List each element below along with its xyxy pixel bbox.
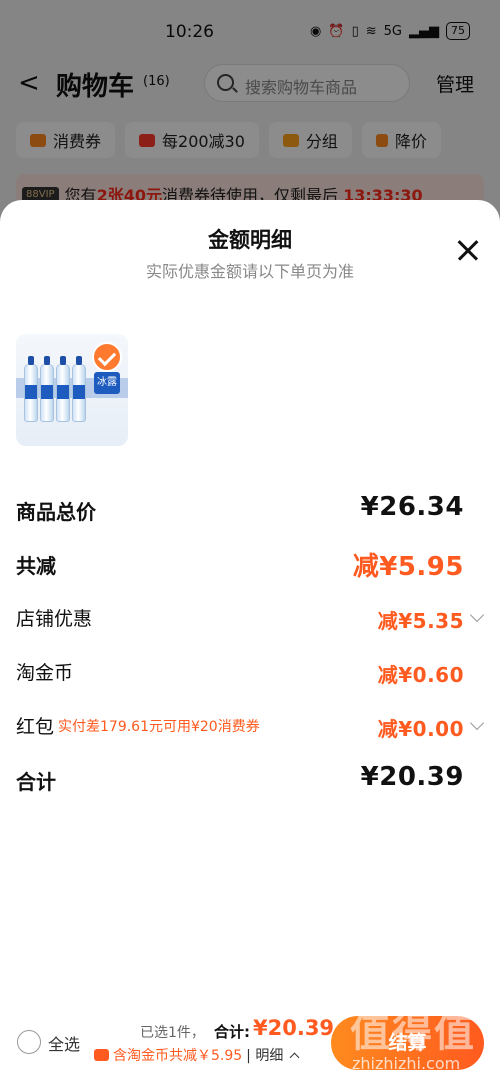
total-value: ¥20.39 bbox=[360, 762, 464, 792]
bottle-image bbox=[24, 356, 38, 422]
total-label: 合计 bbox=[16, 770, 56, 794]
bottle-image bbox=[72, 356, 86, 422]
redpacket-label: 红包 bbox=[16, 716, 55, 738]
bottom-total-label: 合计: bbox=[214, 1023, 250, 1041]
bottom-total-amount: ¥20.39 bbox=[253, 1016, 335, 1040]
discount-row: 共减 减¥5.95 bbox=[16, 546, 484, 582]
product-brand-label: 冰露 bbox=[94, 372, 120, 394]
coin-note-text: 含淘金币共减￥5.95 bbox=[113, 1048, 243, 1064]
coin-icon bbox=[94, 1049, 109, 1061]
check-icon[interactable] bbox=[92, 342, 122, 372]
sheet-subtitle: 实际优惠金额请以下单页为准 bbox=[145, 262, 354, 281]
coin-discount-note[interactable]: 含淘金币共减￥5.95 | 明细 bbox=[94, 1045, 300, 1065]
subtotal-row: 商品总价 ¥26.34 bbox=[16, 492, 484, 528]
amount-detail-sheet: 金额明细 实际优惠金额请以下单页为准 冰露 商品总价 ¥26.34 共减 减¥5… bbox=[0, 200, 500, 1085]
shop-discount-label: 店铺优惠 bbox=[16, 608, 93, 630]
subtotal-value: ¥26.34 bbox=[360, 492, 464, 522]
chevron-down-icon[interactable] bbox=[469, 715, 485, 731]
redpacket-row[interactable]: 红包 实付差179.61元可用¥20消费券 减¥0.00 bbox=[16, 708, 485, 744]
chevron-up-icon[interactable] bbox=[289, 1052, 300, 1062]
bottle-image bbox=[40, 356, 54, 422]
total-row: 合计 ¥20.39 bbox=[16, 762, 484, 798]
coin-discount-value: 减¥0.60 bbox=[377, 663, 464, 687]
sheet-title: 金额明细 bbox=[208, 228, 292, 252]
shop-discount-row[interactable]: 店铺优惠 减¥5.35 bbox=[16, 600, 485, 636]
discount-value: 减¥5.95 bbox=[352, 552, 464, 582]
select-all-label[interactable]: 全选 bbox=[48, 1031, 80, 1055]
coin-discount-row: 淘金币 减¥0.60 bbox=[16, 654, 484, 690]
chevron-down-icon[interactable] bbox=[469, 607, 485, 623]
redpacket-note: 实付差179.61元可用¥20消费券 bbox=[58, 719, 260, 735]
coin-discount-label: 淘金币 bbox=[16, 662, 74, 684]
close-icon[interactable] bbox=[454, 236, 482, 264]
selected-count: 已选1件， bbox=[140, 1025, 205, 1041]
shop-discount-value: 减¥5.35 bbox=[377, 609, 464, 633]
watermark-logo: 值得值 bbox=[350, 1010, 476, 1056]
detail-link[interactable]: | 明细 bbox=[246, 1045, 283, 1065]
discount-label: 共减 bbox=[16, 554, 56, 578]
subtotal-label: 商品总价 bbox=[16, 500, 96, 524]
redpacket-value: 减¥0.00 bbox=[377, 717, 464, 741]
watermark-url: zhizhizhi.com bbox=[352, 1054, 461, 1073]
select-all-checkbox[interactable] bbox=[17, 1030, 41, 1054]
bottle-image bbox=[56, 356, 70, 422]
